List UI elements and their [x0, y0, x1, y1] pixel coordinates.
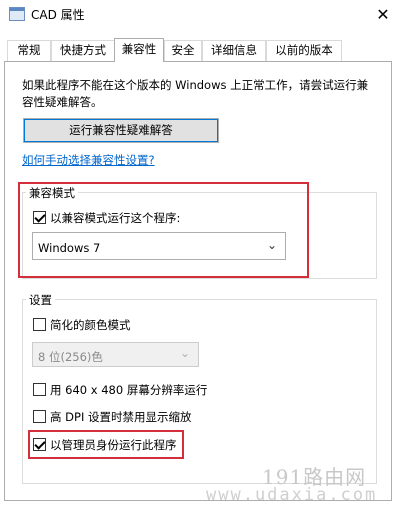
- tab-previous-versions[interactable]: 以前的版本: [266, 40, 342, 61]
- color-depth-select[interactable]: 8 位(256)色 ⌄: [32, 342, 199, 367]
- high-dpi-label: 高 DPI 设置时禁用显示缩放: [50, 410, 192, 424]
- window-title: CAD 属性: [31, 8, 85, 22]
- title-bar: CAD 属性 ✕: [0, 0, 400, 30]
- tab-shortcut[interactable]: 快捷方式: [51, 40, 115, 61]
- color-depth-select-value: 8 位(256)色: [38, 350, 103, 364]
- tab-security[interactable]: 安全: [164, 40, 202, 61]
- chevron-down-icon: ⌄: [179, 346, 190, 360]
- highlight-box-compat-mode: [18, 182, 309, 278]
- window-icon: [9, 7, 25, 21]
- reduced-color-checkbox-row[interactable]: 简化的颜色模式: [33, 317, 163, 333]
- tab-compatibility[interactable]: 兼容性: [114, 38, 164, 62]
- tab-details[interactable]: 详细信息: [202, 40, 266, 61]
- res-640-checkbox-row[interactable]: 用 640 x 480 屏幕分辨率运行: [33, 382, 223, 398]
- settings-group-label: 设置: [26, 292, 55, 308]
- high-dpi-checkbox-row[interactable]: 高 DPI 设置时禁用显示缩放: [33, 409, 223, 425]
- highlight-box-run-as-admin: [28, 430, 184, 459]
- tab-general[interactable]: 常规: [7, 40, 51, 61]
- reduced-color-label: 简化的颜色模式: [50, 318, 131, 332]
- res-640-label: 用 640 x 480 屏幕分辨率运行: [50, 383, 208, 397]
- close-button[interactable]: ✕: [366, 0, 400, 30]
- manual-settings-link[interactable]: 如何手动选择兼容性设置?: [22, 152, 155, 168]
- run-troubleshooter-button[interactable]: 运行兼容性疑难解答: [23, 118, 219, 143]
- high-dpi-checkbox[interactable]: [33, 410, 46, 423]
- watermark-site-url: www.udaxia.com: [206, 485, 378, 505]
- reduced-color-checkbox[interactable]: [33, 318, 46, 331]
- compat-description: 如果此程序不能在这个版本的 Windows 上正常工作，请尝试运行兼容性疑难解答…: [22, 78, 369, 109]
- res-640-checkbox[interactable]: [33, 383, 46, 396]
